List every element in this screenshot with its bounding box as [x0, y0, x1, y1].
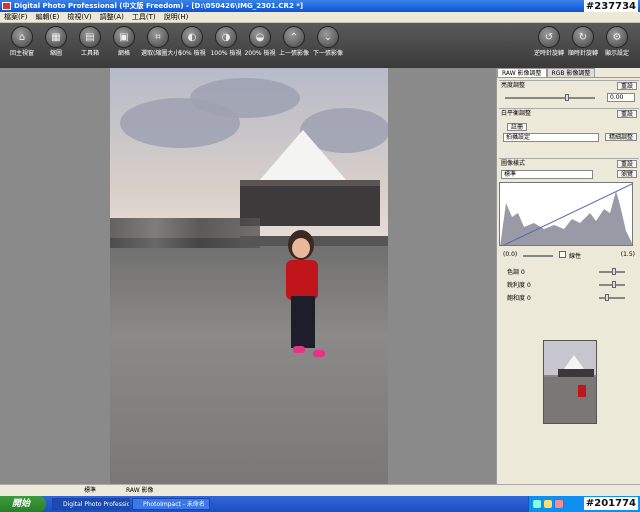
zoom-200-icon: ◒ [249, 26, 271, 48]
tool-palette: RAW 影像調整 RGB 影像調整 亮度調整 重設 0.00 白平衡調整 重設 … [496, 68, 640, 484]
slider-row-tone: 色調 0 [507, 267, 635, 280]
home-icon: ⌂ [11, 26, 33, 48]
navigator-thumbnail[interactable] [543, 340, 597, 424]
menu-help[interactable]: 說明(H) [164, 12, 189, 22]
task-photoimpact[interactable]: PhotoImpact - 未命名 [132, 498, 210, 510]
status-style: 標準 [84, 487, 97, 494]
brightness-section: 亮度調整 重設 0.00 [499, 80, 639, 106]
slider-row-sharpness: 銳利度 0 [507, 280, 635, 293]
histogram-graph [500, 183, 632, 245]
menu-edit[interactable]: 編輯(E) [36, 12, 60, 22]
brightness-title: 亮度調整 [501, 82, 526, 89]
zoom-50-icon: ◐ [181, 26, 203, 48]
menu-file[interactable]: 檔案(F) [4, 12, 28, 22]
picture-style-browse-button[interactable]: 瀏覽 [616, 170, 637, 178]
tab-rgb-adjust[interactable]: RGB 影像調整 [546, 68, 596, 77]
sharpness-slider[interactable] [599, 281, 625, 288]
thumbnail-button[interactable]: ▦ 縮圖 [39, 26, 73, 66]
settings-icon: ⚙ [606, 26, 628, 48]
tray-network-icon[interactable] [533, 500, 541, 508]
thumbnail-icon: ▦ [45, 26, 67, 48]
white-balance-mode-select[interactable]: 拍攝設定 [503, 133, 599, 142]
rotate-right-icon: ↻ [572, 26, 594, 48]
next-image-button[interactable]: ⌄ 下一張影像 [311, 26, 345, 66]
preview-image[interactable] [110, 68, 388, 484]
picture-style-section: 圖像樣式 重設 標準 瀏覽 [499, 158, 639, 182]
taskbar: 開始 Digital Photo Professio... PhotoImpac… [0, 496, 640, 512]
picture-style-reset-button[interactable]: 重設 [616, 160, 637, 168]
brightness-slider[interactable] [505, 94, 595, 101]
brightness-reset-button[interactable]: 重設 [616, 82, 637, 90]
status-bar: 標準 RAW 影像 [0, 484, 640, 496]
main-toolbar: ⌂ 回主視窗 ▦ 縮圖 ▤ 工具箱 ▣ 網格 ⌗ 選取(縮圖大小) ◐ 50% 檢視 ◑ 10… [0, 23, 640, 68]
home-button[interactable]: ⌂ 回主視窗 [5, 26, 39, 66]
grid-button[interactable]: ▣ 網格 [107, 26, 141, 66]
grid-icon: ▣ [113, 26, 135, 48]
watermark-bottom: #201774 [583, 497, 638, 510]
previous-image-button[interactable]: ⌃ 上一張影像 [277, 26, 311, 66]
rotate-left-icon: ↺ [538, 26, 560, 48]
histogram-range-row: (0.0) 線性 (1.5) [503, 251, 635, 260]
tray-volume-icon[interactable] [544, 500, 552, 508]
arrow-down-icon: ⌄ [317, 26, 339, 48]
arrow-up-icon: ⌃ [283, 26, 305, 48]
white-balance-register-button[interactable]: 註冊 [507, 123, 528, 131]
title-bar: Digital Photo Professional (中文版 Freedom)… [0, 0, 640, 12]
app-icon [2, 2, 11, 10]
black-point-slider[interactable] [523, 255, 553, 257]
picture-style-select[interactable]: 標準 [501, 170, 593, 179]
window-title: Digital Photo Professional (中文版 Freedom)… [14, 2, 304, 10]
menu-tools[interactable]: 工具(T) [132, 12, 156, 22]
tone-curve-histogram[interactable] [499, 182, 633, 246]
menu-adjust[interactable]: 調整(A) [100, 12, 124, 22]
crop-icon: ⌗ [147, 26, 169, 48]
tab-raw-adjust[interactable]: RAW 影像調整 [497, 68, 547, 77]
tray-app-icon[interactable] [555, 500, 563, 508]
slider-row-saturation: 飽和度 0 [507, 293, 635, 306]
menu-bar: 檔案(F) 編輯(E) 檢視(V) 調整(A) 工具(T) 說明(H) [0, 12, 640, 23]
toolbox-icon: ▤ [79, 26, 101, 48]
saturation-slider[interactable] [599, 294, 625, 301]
task-dpp[interactable]: Digital Photo Professio... [52, 498, 130, 510]
white-balance-section: 白平衡調整 重設 註冊 拍攝設定 精細調整 [499, 108, 639, 160]
adjustment-sliders: 色調 0 銳利度 0 飽和度 0 [507, 267, 635, 305]
start-button[interactable]: 開始 [0, 496, 46, 512]
zoom-100-icon: ◑ [215, 26, 237, 48]
brightness-slider-knob[interactable] [565, 94, 569, 101]
tone-slider[interactable] [599, 268, 625, 275]
toolbox-button[interactable]: ▤ 工具箱 [73, 26, 107, 66]
zoom-100-button[interactable]: ◑ 100% 檢視 [209, 26, 243, 66]
palette-tabs: RAW 影像調整 RGB 影像調整 [497, 68, 640, 78]
white-balance-fine-tune-button[interactable]: 精細調整 [604, 133, 637, 141]
zoom-50-button[interactable]: ◐ 50% 檢視 [175, 26, 209, 66]
linear-checkbox[interactable] [559, 251, 566, 258]
status-image-type: RAW 影像 [126, 487, 154, 494]
display-settings-button[interactable]: ⚙ 顯示設定 [600, 26, 634, 66]
white-balance-reset-button[interactable]: 重設 [616, 110, 637, 118]
rotate-right-button[interactable]: ↻ 順時針旋轉 [566, 26, 600, 66]
picture-style-title: 圖像樣式 [501, 160, 526, 167]
zoom-200-button[interactable]: ◒ 200% 檢視 [243, 26, 277, 66]
rotate-left-button[interactable]: ↺ 逆時針旋轉 [532, 26, 566, 66]
menu-view[interactable]: 檢視(V) [67, 12, 91, 22]
brightness-value-field[interactable]: 0.00 [607, 93, 635, 102]
white-balance-title: 白平衡調整 [501, 110, 532, 117]
crop-button[interactable]: ⌗ 選取(縮圖大小) [141, 26, 182, 66]
